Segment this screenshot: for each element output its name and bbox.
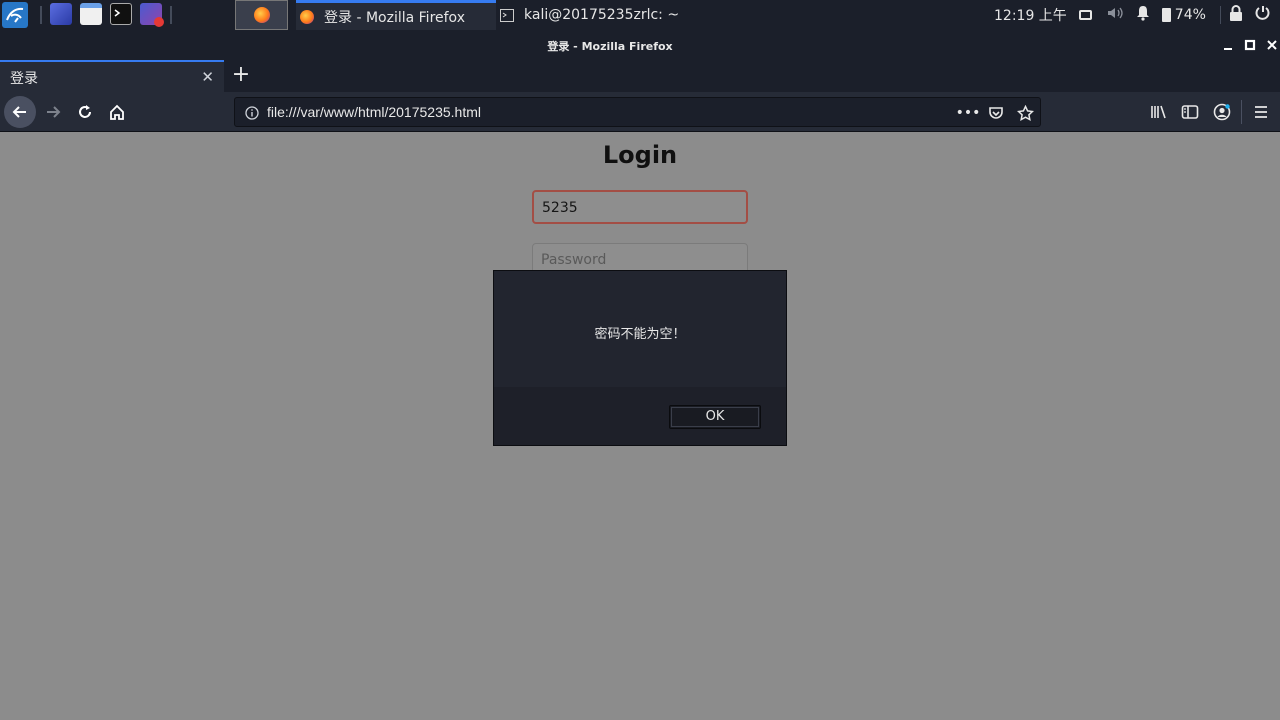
reload-icon [79,105,91,118]
close-tab-icon[interactable]: ✕ [201,68,214,86]
forward-button[interactable] [37,96,69,128]
taskbar-task-label: 登录 - Mozilla Firefox [324,9,465,26]
tab-label: 登录 [10,71,38,87]
sidebar-toggle-icon[interactable] [1181,103,1199,121]
reload-button[interactable] [69,96,101,128]
notification-bell-icon[interactable] [1136,5,1150,25]
workspace-icon[interactable] [50,3,72,25]
close-window-icon[interactable] [1265,37,1279,51]
pocket-icon[interactable] [987,104,1005,122]
page-title: Login [602,141,678,169]
username-input[interactable]: 5235 [532,190,748,224]
navigation-toolbar: file:///var/www/html/20175235.html ••• [0,92,1280,132]
top-panel: 登录 - Mozilla Firefox kali@20175235zrlc: … [0,0,1280,30]
taskbar-firefox-launcher[interactable] [235,0,288,30]
panel-separator [170,6,172,24]
home-icon [110,104,124,120]
ok-button[interactable]: OK [669,405,761,429]
tab-strip: 登录 ✕ + [0,60,1280,92]
kali-menu-icon[interactable] [2,2,28,28]
panel-separator [1219,6,1221,24]
terminal-icon [500,8,514,22]
logout-icon[interactable] [1255,5,1271,25]
toolbar-separator [1241,100,1242,124]
url-bar[interactable]: file:///var/www/html/20175235.html ••• [234,97,1041,127]
system-tray: 12:19 上午 74% [994,0,1271,30]
account-icon[interactable] [1213,103,1231,121]
display-icon[interactable] [1078,10,1092,20]
forward-arrow-icon [47,106,61,118]
screen-recorder-icon[interactable] [140,3,164,27]
site-info-icon[interactable] [243,104,261,122]
panel-separator [40,6,42,24]
home-button[interactable] [101,96,133,128]
firefox-icon [253,7,270,23]
taskbar-task-firefox[interactable]: 登录 - Mozilla Firefox [296,0,496,30]
lock-icon[interactable] [1229,5,1243,25]
url-text[interactable]: file:///var/www/html/20175235.html [267,104,481,120]
battery-percent: 74% [1174,7,1206,23]
firefox-icon [300,9,314,24]
terminal-launcher-icon[interactable] [110,3,132,25]
library-icon[interactable] [1150,103,1168,121]
taskbar-task-label: kali@20175235zrlc: ~ [524,7,680,23]
back-arrow-icon [12,106,26,118]
back-button[interactable] [4,96,36,128]
volume-icon[interactable] [1106,5,1124,25]
window-titlebar[interactable]: 登录 - Mozilla Firefox [0,30,1280,60]
file-manager-icon[interactable] [80,3,102,25]
alert-message: 密码不能为空！ [594,327,686,342]
bookmark-star-icon[interactable] [1016,104,1034,122]
maximize-icon[interactable] [1243,37,1257,51]
hamburger-menu-icon[interactable] [1252,103,1270,121]
alert-dialog: 密码不能为空！ OK [493,270,787,446]
taskbar-task-terminal[interactable]: kali@20175235zrlc: ~ [500,0,700,30]
minimize-icon[interactable] [1221,37,1235,51]
page-actions-icon[interactable]: ••• [956,104,981,122]
clock[interactable]: 12:19 上午 [994,5,1067,25]
tab-login[interactable]: 登录 ✕ [0,60,224,92]
new-tab-icon[interactable]: + [230,62,252,88]
window-title: 登录 - Mozilla Firefox [547,40,673,53]
battery-icon[interactable] [1161,8,1171,22]
